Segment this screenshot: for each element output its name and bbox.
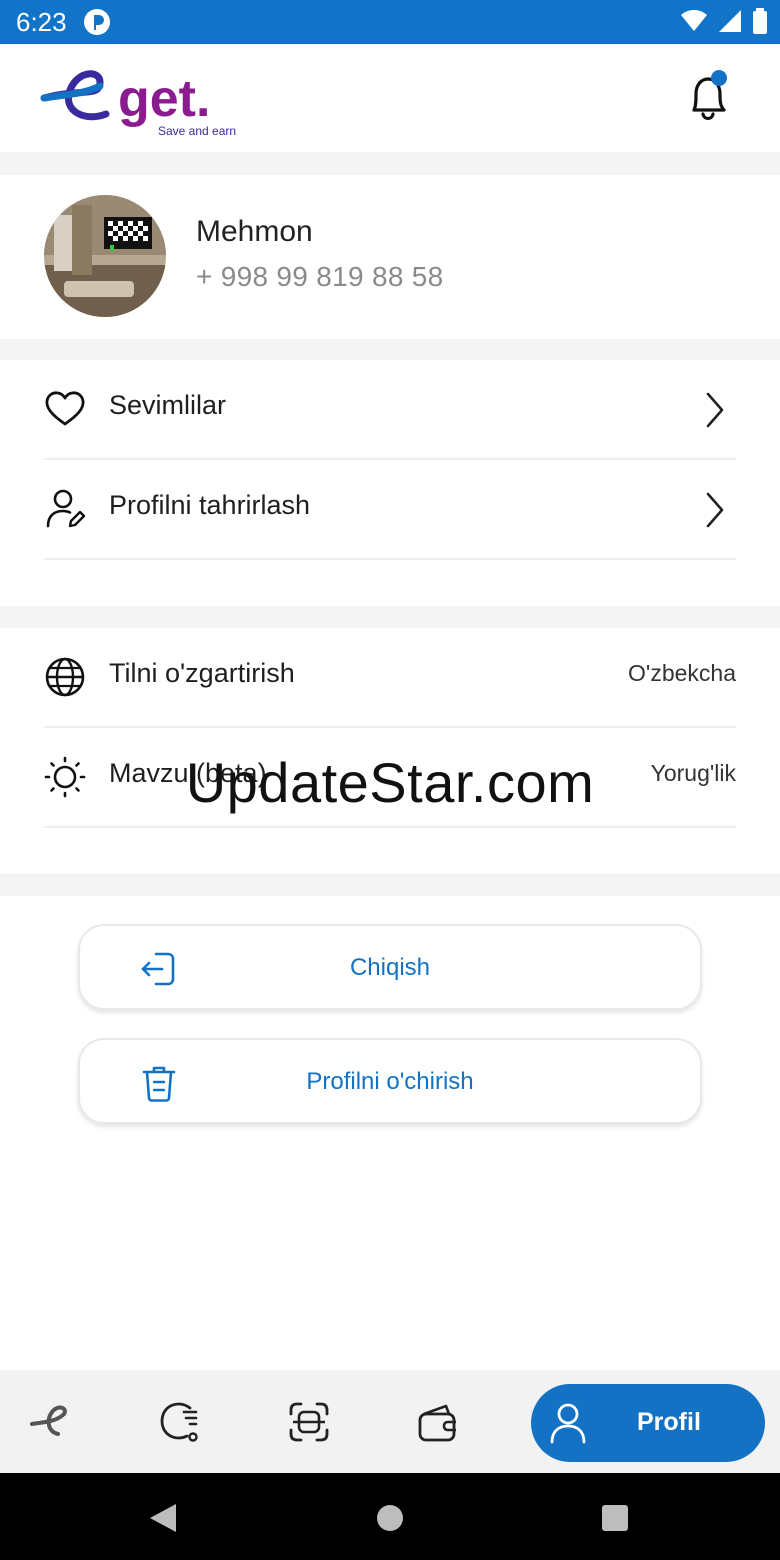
nav-profile-label: Profil — [637, 1408, 701, 1436]
user-icon — [550, 1403, 586, 1444]
menu-item-language[interactable]: Tilni o'zgartirish O'zbekcha — [44, 628, 736, 728]
chevron-right-icon — [706, 392, 724, 428]
back-icon[interactable] — [148, 1502, 178, 1534]
nav-profile-tab[interactable]: Profil — [531, 1384, 765, 1462]
profile-card: Mehmon + 998 99 819 88 58 — [0, 175, 780, 339]
section-divider — [0, 339, 780, 360]
language-label: Tilni o'zgartirish — [109, 658, 295, 688]
home-icon[interactable] — [376, 1504, 404, 1532]
signal-icon — [719, 10, 741, 32]
logo-tagline: Save and earn — [158, 124, 236, 138]
logout-label: Chiqish — [349, 954, 431, 981]
watermark: UpdateStar.com — [185, 751, 595, 814]
status-bar: 6:23 — [0, 0, 780, 44]
notification-dot — [711, 70, 727, 86]
eget-logo: get. Save and earn — [40, 58, 250, 145]
menu-section: Sevimlilar Profilni tahrirlash — [0, 360, 780, 606]
language-value: O'zbekcha — [628, 660, 736, 686]
profile-phone: + 998 99 819 88 58 — [196, 261, 444, 292]
status-time: 6:23 — [16, 7, 67, 37]
section-divider — [0, 874, 780, 896]
app-header: get. Save and earn — [0, 44, 780, 152]
menu-item-edit-profile[interactable]: Profilni tahrirlash — [44, 460, 736, 560]
battery-icon — [753, 8, 767, 34]
delete-profile-label: Profilni o'chirish — [306, 1068, 474, 1095]
recents-icon[interactable] — [601, 1504, 629, 1532]
nav-history-icon[interactable] — [158, 1400, 202, 1444]
app-notification-icon — [84, 9, 110, 35]
nav-scan-icon[interactable] — [287, 1400, 331, 1444]
globe-icon — [45, 657, 85, 697]
edit-profile-label: Profilni tahrirlash — [109, 490, 311, 520]
bottom-navigation: Profil — [0, 1370, 780, 1473]
section-divider — [0, 606, 780, 628]
section-divider — [0, 152, 780, 175]
user-edit-icon — [46, 489, 86, 528]
favorites-label: Sevimlilar — [109, 390, 227, 420]
wifi-icon — [681, 9, 707, 31]
menu-item-favorites[interactable]: Sevimlilar — [44, 360, 736, 460]
heart-icon — [45, 391, 85, 426]
nav-wallet-icon[interactable] — [416, 1400, 460, 1444]
notification-bell-icon[interactable] — [684, 70, 734, 131]
profile-name: Mehmon — [196, 215, 313, 248]
avatar[interactable] — [44, 195, 166, 317]
nav-home-icon[interactable] — [28, 1400, 72, 1444]
logout-button[interactable]: Chiqish — [78, 924, 702, 1010]
logo-text: get. — [118, 70, 210, 128]
delete-profile-button[interactable]: Profilni o'chirish — [78, 1038, 702, 1124]
system-navigation-bar — [0, 1473, 780, 1560]
chevron-right-icon — [706, 492, 724, 528]
